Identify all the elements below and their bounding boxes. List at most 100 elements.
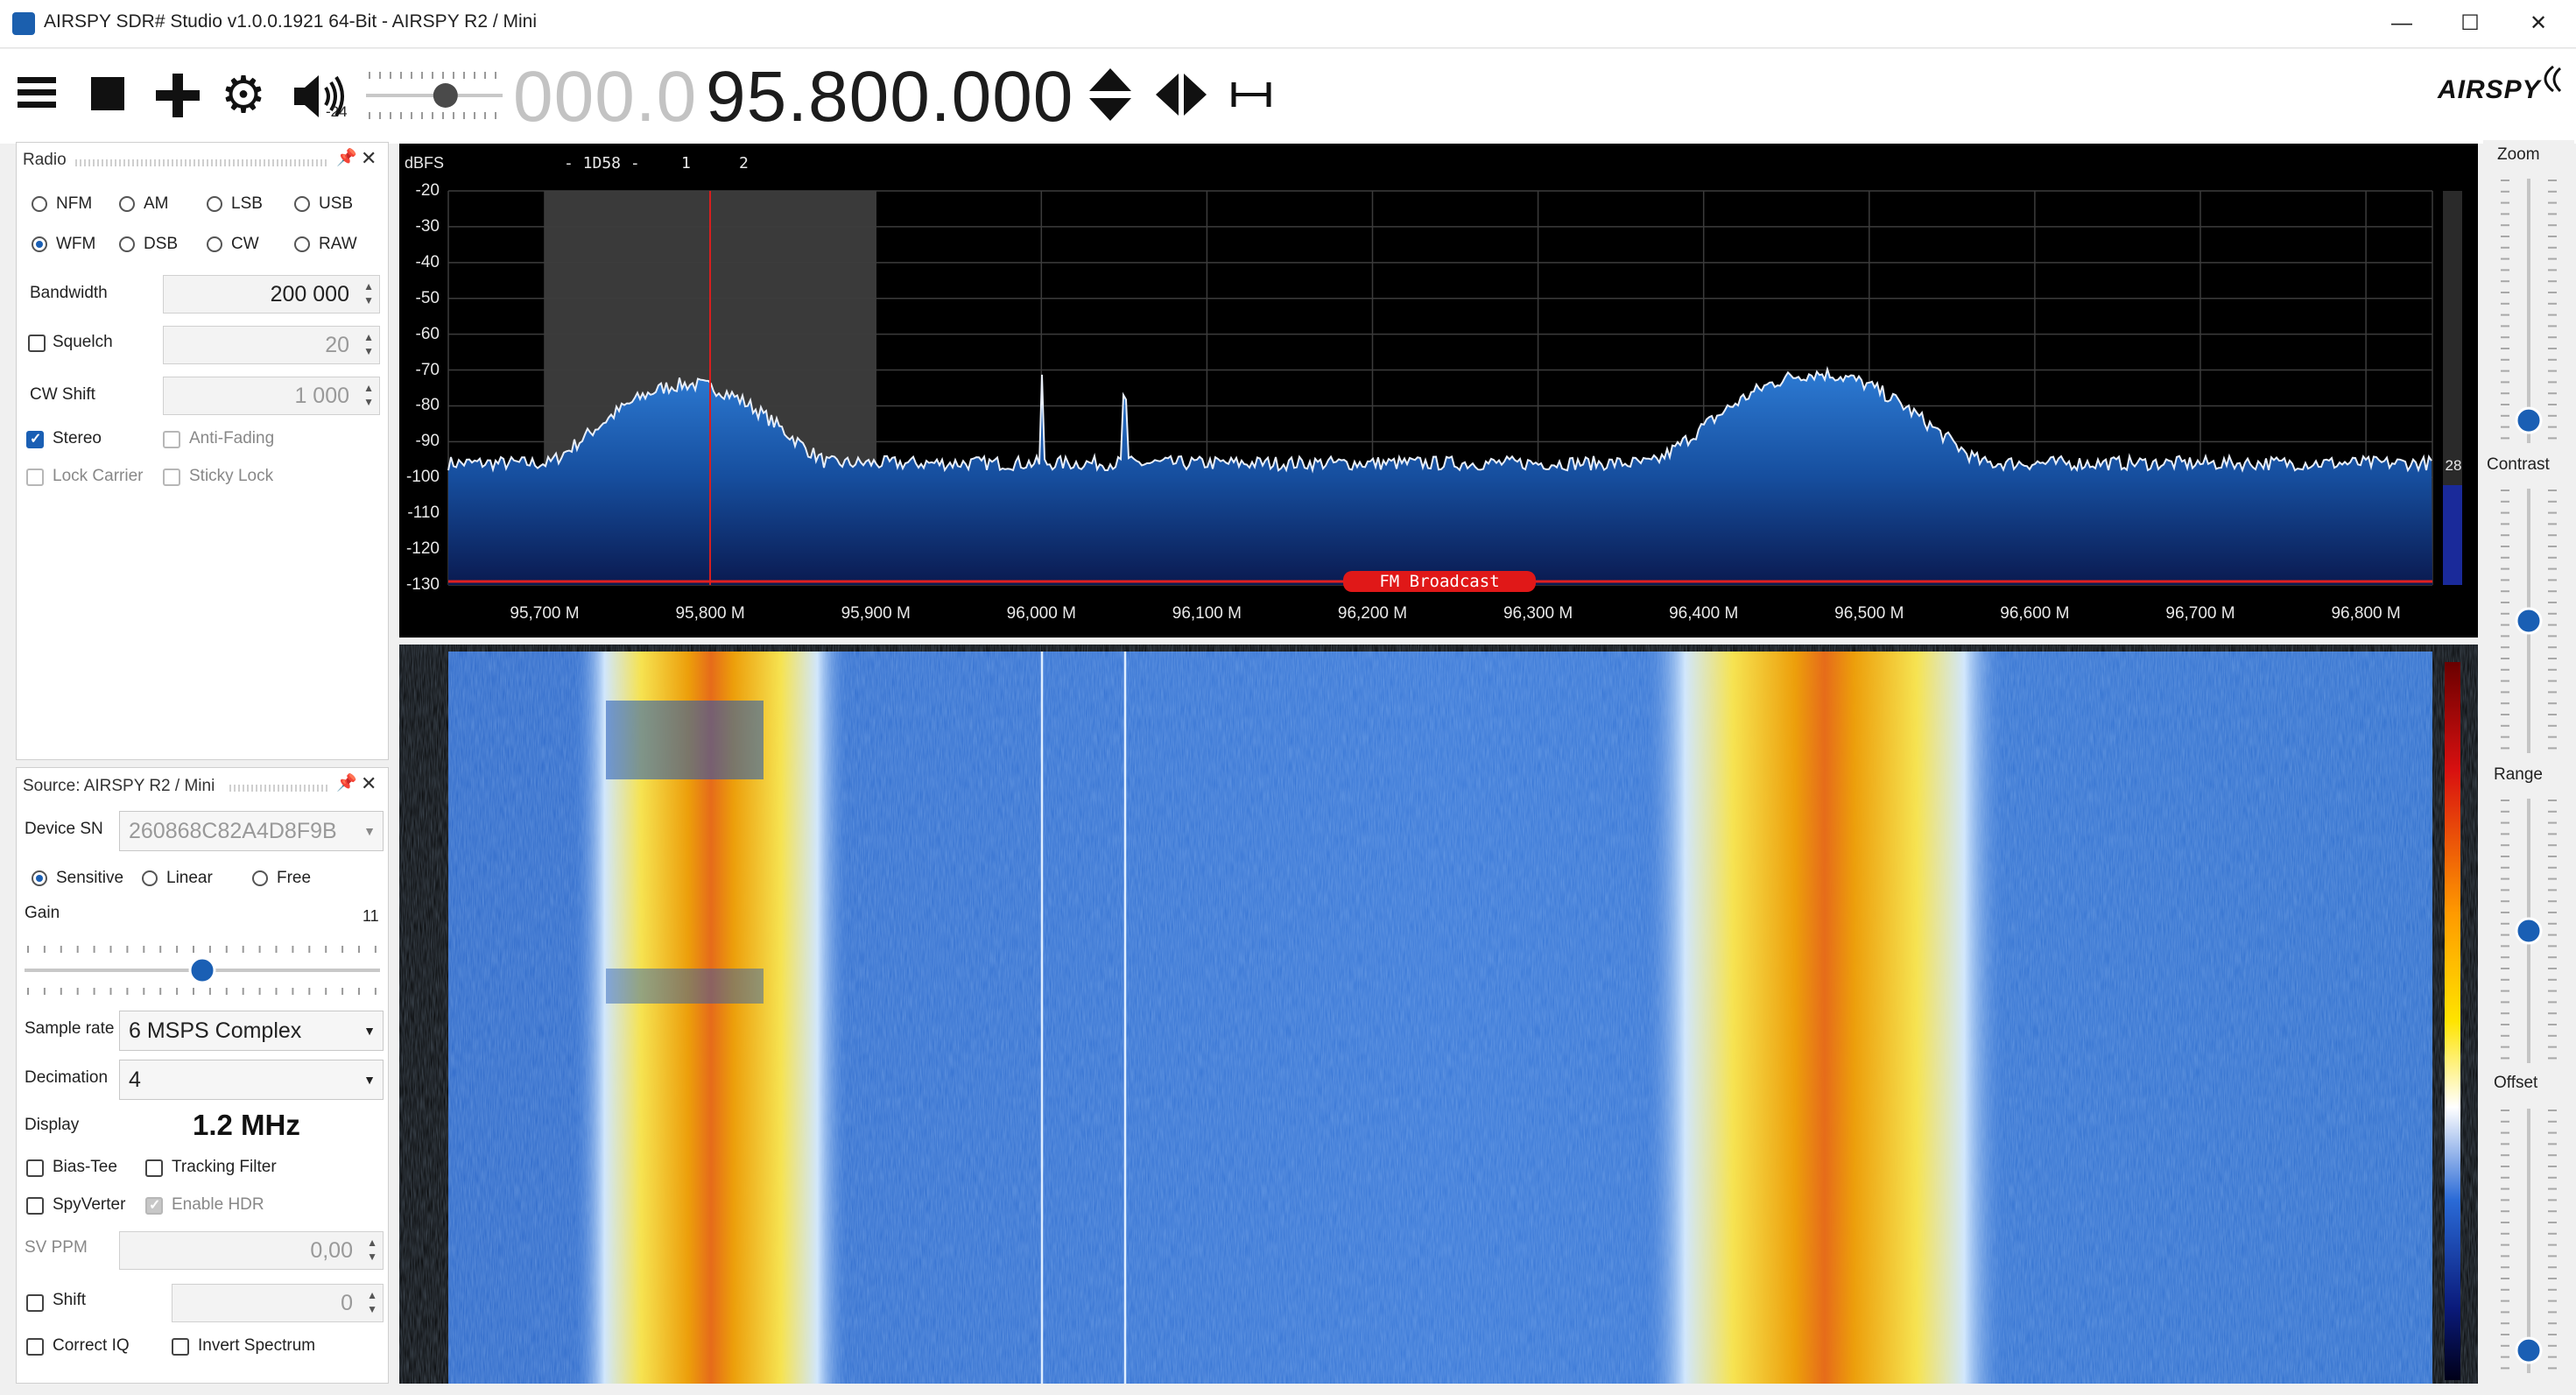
- squelch-input[interactable]: 20 ▲ ▼: [163, 326, 380, 364]
- chevron-down-icon: ▼: [363, 1024, 376, 1038]
- slider-thumb[interactable]: [2515, 917, 2543, 945]
- lockcarrier-label: Lock Carrier: [53, 467, 144, 485]
- close-panel-icon[interactable]: ✕: [361, 147, 377, 170]
- hamburger-icon[interactable]: [18, 77, 56, 109]
- waterfall-panel[interactable]: [399, 645, 2478, 1384]
- tuning-arrows-icon[interactable]: [1154, 72, 1208, 117]
- radio-wfm[interactable]: [32, 236, 47, 252]
- y-tick-label: -90: [415, 432, 440, 451]
- header-marker: 1: [681, 154, 691, 173]
- radio-lsb[interactable]: [207, 196, 222, 212]
- radio-nfm[interactable]: [32, 196, 47, 212]
- radio-usb[interactable]: [294, 196, 310, 212]
- span-icon[interactable]: [1231, 81, 1271, 109]
- close-button[interactable]: ✕: [2501, 0, 2576, 47]
- slider-thumb[interactable]: [2515, 1336, 2543, 1364]
- device-sn-value: 260868C82A4D8F9B: [129, 819, 337, 843]
- squelch-label: Squelch: [53, 333, 113, 351]
- shift-input[interactable]: 0 ▲ ▼: [172, 1284, 384, 1322]
- mode-label: DSB: [144, 235, 179, 253]
- bandwidth-input[interactable]: 200 000 ▲ ▼: [163, 275, 380, 314]
- range-slider[interactable]: [2494, 795, 2564, 1067]
- panel-grip: [75, 159, 329, 166]
- pin-icon[interactable]: 📌: [336, 772, 357, 793]
- gain-mode-label: Sensitive: [56, 869, 124, 887]
- airspy-logo: AIRSPY: [2438, 75, 2541, 104]
- shift-checkbox[interactable]: [26, 1294, 44, 1312]
- decimation-value: 4: [129, 1067, 141, 1092]
- device-sn-select[interactable]: 260868C82A4D8F9B ▼: [119, 811, 384, 851]
- frequency-display[interactable]: 95.800.000: [706, 56, 1073, 138]
- minimize-button[interactable]: —: [2364, 0, 2439, 47]
- plus-icon[interactable]: [156, 74, 200, 117]
- radio-free[interactable]: [252, 870, 268, 886]
- frequency-leading-zeros[interactable]: 000.0: [513, 56, 697, 138]
- y-tick-label: -30: [415, 216, 440, 236]
- invert-checkbox[interactable]: [172, 1338, 189, 1356]
- spinner-icon[interactable]: ▲ ▼: [363, 279, 374, 307]
- spyverter-checkbox[interactable]: [26, 1197, 44, 1215]
- gain-value: 11: [362, 907, 379, 925]
- stop-icon[interactable]: [91, 77, 124, 110]
- cwshift-label: CW Shift: [30, 385, 95, 404]
- stereo-checkbox[interactable]: [26, 430, 44, 448]
- contrast-slider[interactable]: [2494, 485, 2564, 757]
- volume-slider[interactable]: [366, 67, 503, 124]
- header-marker: - 1D58 -: [564, 154, 640, 173]
- spinner-icon[interactable]: ▲ ▼: [363, 381, 374, 409]
- y-tick-label: -70: [415, 360, 440, 379]
- cwshift-input[interactable]: 1 000 ▲ ▼: [163, 377, 380, 415]
- slider-thumb[interactable]: [2515, 607, 2543, 635]
- y-tick-label: -120: [405, 539, 440, 559]
- antifading-label: Anti-Fading: [189, 429, 275, 447]
- zoom-slider[interactable]: [2494, 175, 2564, 447]
- biastee-checkbox[interactable]: [26, 1159, 44, 1177]
- hdr-checkbox[interactable]: [145, 1196, 163, 1215]
- x-tick-label: 96,400 M: [1669, 604, 1739, 623]
- close-panel-icon[interactable]: ✕: [361, 772, 377, 795]
- spinner-icon[interactable]: ▲ ▼: [363, 330, 374, 358]
- antifading-checkbox[interactable]: [163, 431, 180, 448]
- tracking-checkbox[interactable]: [145, 1159, 163, 1177]
- cwshift-value: 1 000: [294, 384, 349, 408]
- y-tick-label: -20: [415, 181, 440, 200]
- radio-linear[interactable]: [142, 870, 158, 886]
- frequency-step-icon[interactable]: [1087, 67, 1133, 123]
- gain-mode-label: Free: [277, 869, 312, 887]
- x-tick-label: 96,000 M: [1006, 604, 1076, 623]
- spectrum-panel[interactable]: dBFS - 1D58 - 1 2 FM Broadcast 28 -20 -30…: [399, 144, 2478, 638]
- slider-thumb[interactable]: [2515, 406, 2543, 434]
- gain-slider[interactable]: [25, 941, 380, 995]
- decimation-select[interactable]: 4 ▼: [119, 1060, 384, 1100]
- spinner-icon[interactable]: ▲ ▼: [367, 1288, 377, 1316]
- radio-sensitive[interactable]: [32, 870, 47, 886]
- offset-slider[interactable]: [2494, 1105, 2564, 1377]
- sample-rate-value: 6 MSPS Complex: [129, 1018, 302, 1043]
- gear-icon[interactable]: ⚙: [221, 70, 266, 121]
- stickylock-checkbox[interactable]: [163, 469, 180, 486]
- x-tick-label: 95,700 M: [510, 604, 580, 623]
- radio-raw[interactable]: [294, 236, 310, 252]
- lockcarrier-checkbox[interactable]: [26, 469, 44, 486]
- spinner-icon[interactable]: ▲ ▼: [367, 1236, 377, 1264]
- y-tick-label: -110: [407, 504, 440, 523]
- squelch-checkbox[interactable]: [28, 335, 46, 352]
- tracking-label: Tracking Filter: [172, 1158, 277, 1176]
- sample-rate-select[interactable]: 6 MSPS Complex ▼: [119, 1011, 384, 1051]
- volume-value: -24: [326, 103, 348, 120]
- svppm-input[interactable]: 0,00 ▲ ▼: [119, 1231, 384, 1270]
- waterfall-fade-region: [606, 701, 764, 779]
- radio-am[interactable]: [119, 196, 135, 212]
- maximize-button[interactable]: ☐: [2432, 0, 2508, 47]
- pin-icon[interactable]: 📌: [336, 147, 357, 168]
- gain-label: Gain: [25, 904, 60, 922]
- dbfs-label: dBFS: [405, 154, 445, 172]
- radio-cw[interactable]: [207, 236, 222, 252]
- radio-dsb[interactable]: [119, 236, 135, 252]
- y-tick-label: -50: [415, 288, 440, 307]
- mode-label: WFM: [56, 235, 96, 253]
- level-meter-fill: [2443, 485, 2462, 585]
- bandwidth-label: Bandwidth: [30, 284, 108, 302]
- correctiq-checkbox[interactable]: [26, 1338, 44, 1356]
- display-label: Display: [25, 1116, 80, 1134]
